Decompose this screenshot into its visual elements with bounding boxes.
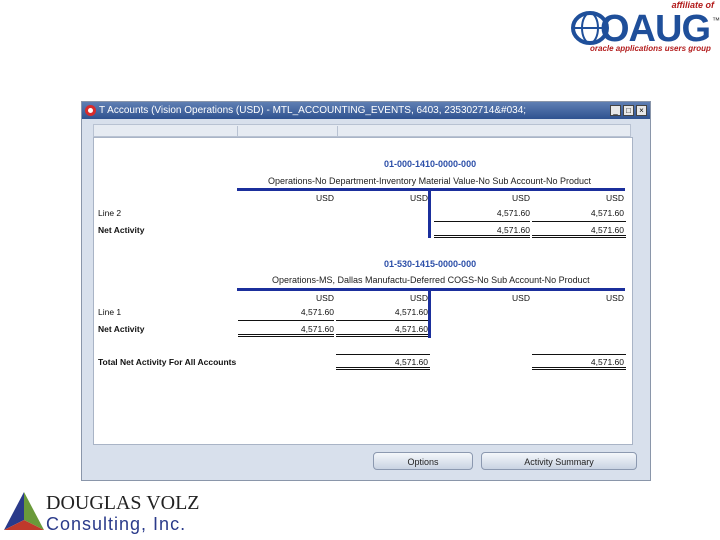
- col-header: USD: [316, 293, 334, 303]
- t-account-top-bar: [237, 288, 625, 291]
- account-description: Operations-MS, Dallas Manufactu-Deferred…: [272, 275, 590, 285]
- net-activity-label: Net Activity: [98, 225, 145, 235]
- t-account-panel[interactable]: 01-000-1410-0000-000 Operations-No Depar…: [93, 137, 633, 445]
- close-button[interactable]: ×: [636, 105, 647, 116]
- net-activity-label: Net Activity: [98, 324, 145, 334]
- activity-summary-button[interactable]: Activity Summary: [481, 452, 637, 470]
- total-rule: [336, 320, 428, 321]
- options-button[interactable]: Options: [373, 452, 473, 470]
- col-header: USD: [316, 193, 334, 203]
- dv-subtitle: Consulting, Inc.: [46, 514, 187, 534]
- debit-amount: 4,571.60: [300, 307, 334, 317]
- row-label: Line 1: [98, 307, 122, 317]
- double-rule: [532, 235, 626, 238]
- dv-name: DOUGLAS VOLZ: [46, 492, 200, 514]
- credit-amount: 4,571.60: [394, 307, 428, 317]
- header-separator: [237, 126, 238, 136]
- t-account-top-bar: [237, 188, 625, 191]
- col-header: USD: [512, 193, 530, 203]
- col-header: USD: [410, 193, 428, 203]
- oaug-logo: affiliate of OAUG ™ oracle applications …: [560, 0, 720, 58]
- net-debit: 4,571.60: [300, 324, 334, 334]
- window-title-bar[interactable]: T Accounts (Vision Operations (USD) - MT…: [82, 102, 650, 119]
- net-credit: 4,571.60: [590, 225, 624, 235]
- total-rule: [238, 320, 334, 321]
- total-debit: 4,571.60: [394, 357, 428, 367]
- oaug-tagline: oracle applications users group: [590, 44, 711, 53]
- header-separator: [337, 126, 338, 136]
- debit-amount: 4,571.60: [496, 208, 530, 218]
- window-title: T Accounts (Vision Operations (USD) - MT…: [99, 105, 527, 116]
- double-rule: [532, 367, 626, 370]
- double-rule: [336, 367, 430, 370]
- t-accounts-window: T Accounts (Vision Operations (USD) - MT…: [81, 101, 651, 481]
- total-rule: [532, 221, 626, 222]
- total-rule: [336, 354, 430, 355]
- double-rule: [238, 334, 334, 337]
- row-label: Line 2: [98, 208, 122, 218]
- oracle-icon: [85, 105, 96, 116]
- col-header: USD: [606, 193, 624, 203]
- header-strip: [93, 124, 631, 137]
- net-debit: 4,571.60: [496, 225, 530, 235]
- account-description: Operations-No Department-Inventory Mater…: [268, 176, 591, 186]
- col-header: USD: [410, 293, 428, 303]
- credit-amount: 4,571.60: [590, 208, 624, 218]
- total-credit: 4,571.60: [590, 357, 624, 367]
- col-header: USD: [606, 293, 624, 303]
- t-account-divider: [428, 188, 431, 238]
- t-account-divider: [428, 288, 431, 338]
- minimize-button[interactable]: _: [610, 105, 621, 116]
- account-number: 01-530-1415-0000-000: [384, 259, 477, 269]
- douglas-volz-logo: DOUGLAS VOLZ Consulting, Inc.: [0, 488, 200, 538]
- total-net-activity-label: Total Net Activity For All Accounts: [98, 357, 237, 367]
- trademark-mark: ™: [712, 16, 720, 25]
- double-rule: [434, 235, 530, 238]
- total-rule: [434, 221, 530, 222]
- double-rule: [336, 334, 428, 337]
- account-number: 01-000-1410-0000-000: [384, 159, 477, 169]
- net-credit: 4,571.60: [394, 324, 428, 334]
- maximize-button[interactable]: □: [623, 105, 634, 116]
- total-rule: [532, 354, 626, 355]
- col-header: USD: [512, 293, 530, 303]
- dv-emblem-icon: [4, 492, 44, 530]
